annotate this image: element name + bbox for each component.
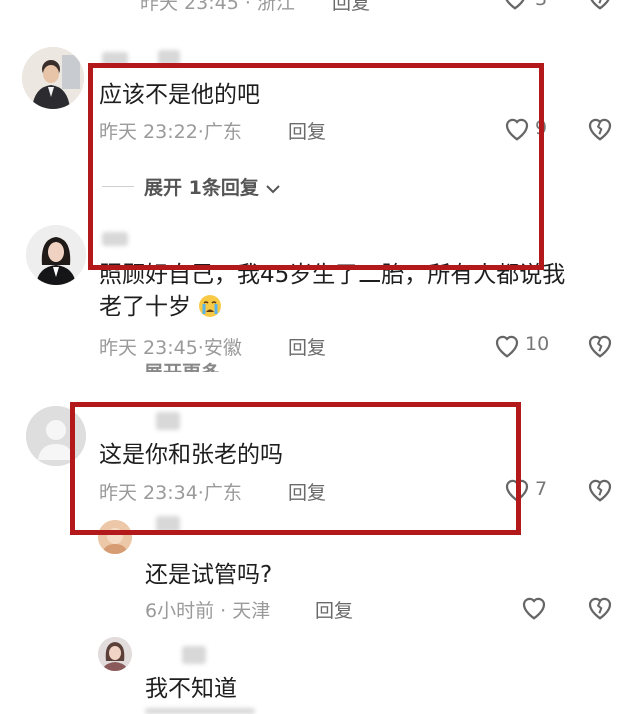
- broken-heart-icon[interactable]: [585, 330, 615, 360]
- reply-5-meta-cutoff: [145, 708, 255, 714]
- broken-heart-icon[interactable]: [585, 0, 615, 12]
- crying-emoji-icon: [199, 295, 222, 317]
- comment-0-reply-button[interactable]: 回复: [332, 0, 370, 15]
- comment-0-like-count: 3: [535, 0, 547, 10]
- comment-3-like-count: 7: [535, 478, 548, 500]
- comment-2-text-line2: 老了十岁: [99, 292, 222, 322]
- highlight-box: [70, 402, 521, 535]
- comment-2-like-count: 10: [525, 333, 550, 355]
- heart-icon[interactable]: [492, 330, 522, 360]
- username: [182, 646, 206, 664]
- comment-0-time: 昨天 23:45 · 浙江: [140, 0, 295, 14]
- comment-2-reply-button[interactable]: 回复: [288, 333, 326, 360]
- broken-heart-icon[interactable]: [585, 113, 615, 143]
- comment-2-time: 昨天 23:45·安徽: [99, 337, 242, 359]
- reply-4-reply-button[interactable]: 回复: [315, 596, 353, 623]
- broken-heart-icon[interactable]: [585, 592, 615, 622]
- reply-4-time: 6小时前 · 天津: [145, 600, 271, 622]
- heart-icon[interactable]: [519, 592, 549, 622]
- avatar[interactable]: [98, 637, 132, 671]
- reply-4-text: 还是试管吗?: [145, 562, 273, 588]
- heart-icon[interactable]: [500, 0, 530, 12]
- reply-5-text: 我不知道: [145, 676, 237, 702]
- expand-more-button[interactable]: 展开更多: [144, 358, 220, 372]
- avatar[interactable]: [26, 225, 86, 285]
- avatar[interactable]: [22, 47, 84, 109]
- highlight-box: [88, 63, 544, 270]
- broken-heart-icon[interactable]: [585, 474, 615, 504]
